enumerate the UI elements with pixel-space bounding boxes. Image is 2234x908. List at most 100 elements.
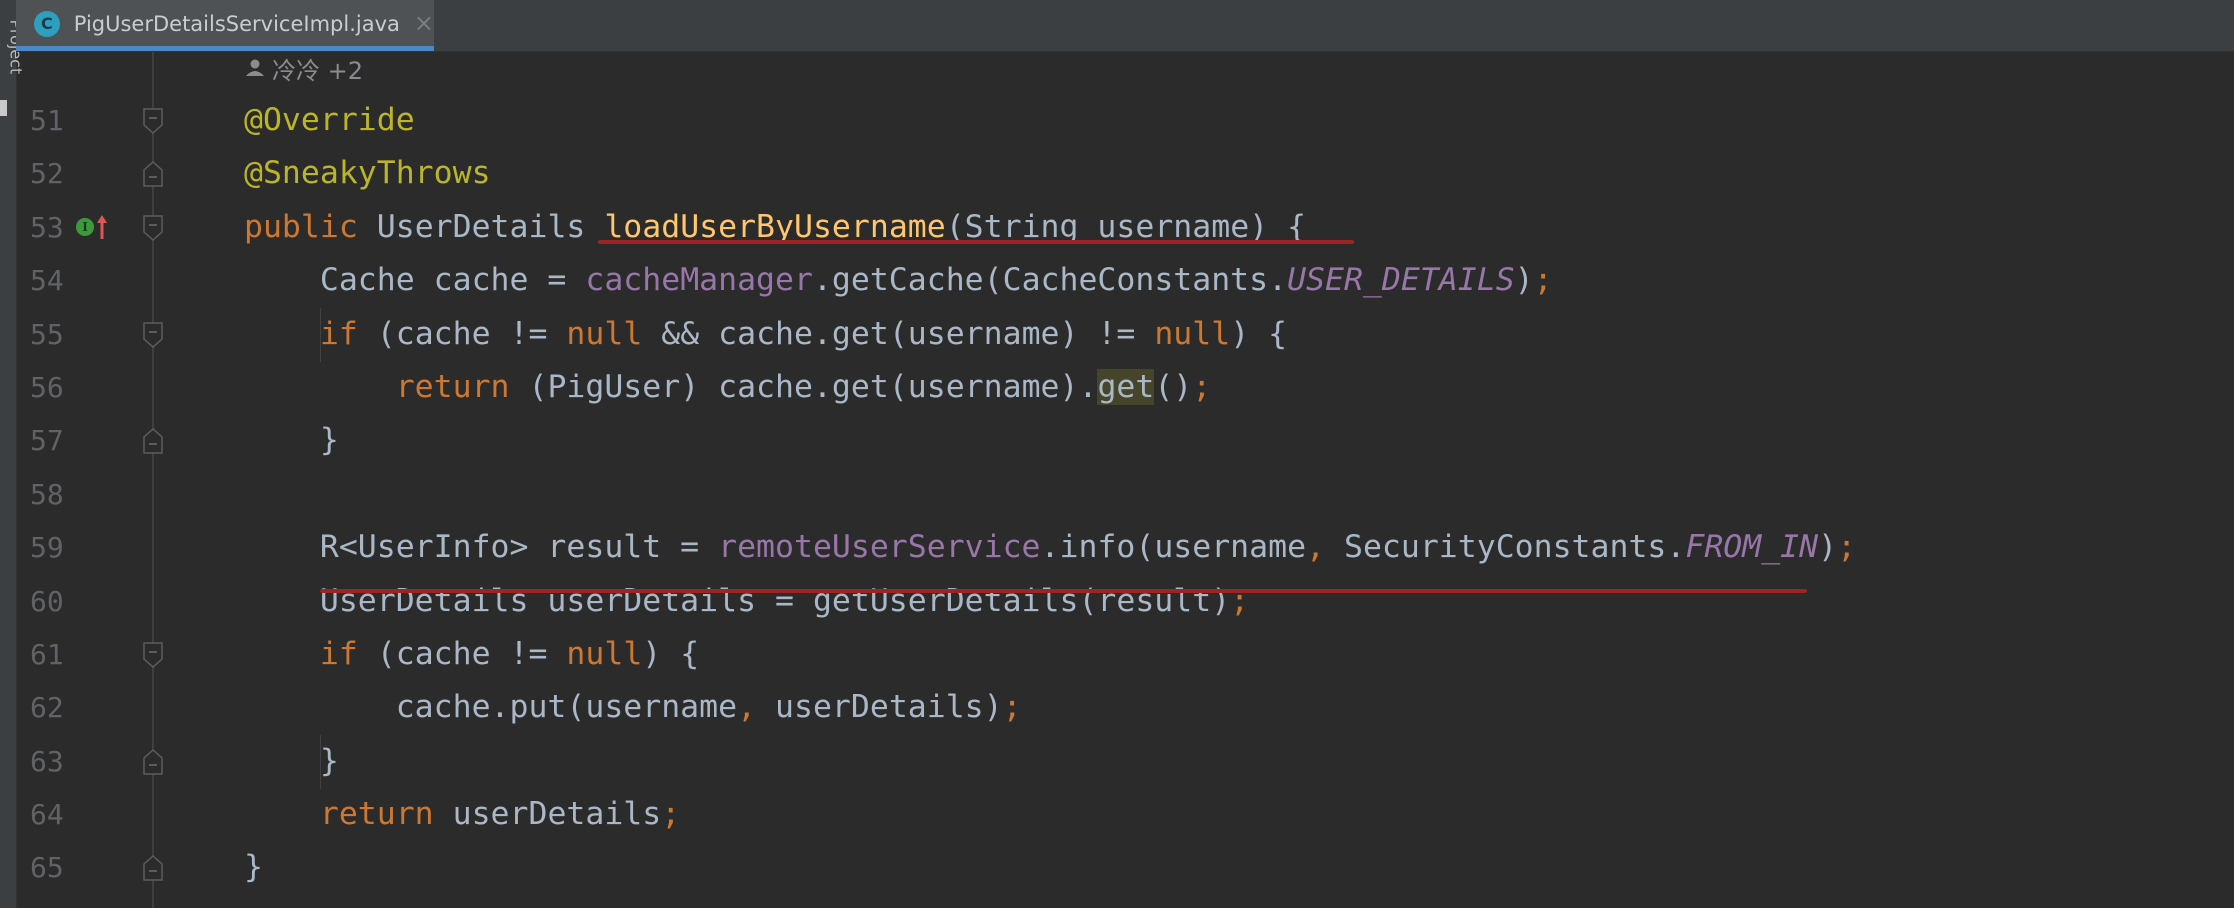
code-line[interactable]: 60 UserDetails userDetails = getUserDeta… [0,575,2234,628]
code-token: ) { [642,635,700,672]
code-text[interactable]: } [244,414,339,467]
code-text[interactable]: Cache cache = cacheManager.getCache(Cach… [244,254,1553,307]
code-text[interactable]: } [244,841,263,894]
highlighted-usage-token: get [1097,368,1155,405]
code-token: userDetails [452,796,662,833]
code-line[interactable]: 65} [0,841,2234,894]
fold-collapse-icon[interactable] [143,107,163,135]
code-token: ; [1837,529,1857,566]
line-number[interactable]: 58 [30,468,64,521]
line-number[interactable]: 55 [30,308,64,361]
code-token: return [395,368,529,405]
code-line[interactable]: 56 return (PigUser) cache.get(username).… [0,361,2234,414]
line-number[interactable]: 53 [30,201,64,254]
override-up-arrow-icon[interactable] [96,213,108,241]
code-token: ; [1192,368,1212,405]
fold-end-icon[interactable] [143,854,163,882]
editor-tab-active[interactable]: C PigUserDetailsServiceImpl.java × [16,0,434,51]
line-number[interactable]: 60 [30,575,64,628]
line-number[interactable]: 56 [30,361,64,414]
code-line[interactable]: 52 @SneakyThrows [0,147,2234,200]
code-line[interactable]: 54 Cache cache = cacheManager.getCache(C… [0,254,2234,307]
code-token: .getCache(CacheConstants. [812,262,1288,299]
code-editor[interactable]: 51 @Override 52 @SneakyThrows 53 Ipublic User… [0,94,2234,895]
code-token: ; [1533,262,1553,299]
code-token: public [244,208,377,245]
line-number[interactable]: 62 [30,681,64,734]
code-line[interactable]: 64 return userDetails; [0,788,2234,841]
code-line[interactable]: 58 [0,468,2234,521]
code-token: && cache.get(username) != [661,315,1155,352]
code-text[interactable]: cache.put(username, userDetails); [244,681,1022,734]
fold-collapse-icon[interactable] [143,641,163,669]
implements-icon[interactable]: I [76,217,94,236]
close-tab-icon[interactable]: × [414,9,434,37]
code-token: , [1306,529,1344,566]
line-number[interactable]: 54 [30,254,64,307]
code-token: } [244,849,263,886]
red-annotation-underline [320,589,1807,593]
gutter-icons[interactable]: I [76,213,108,241]
fold-end-icon[interactable] [143,748,163,776]
indent-guide [320,308,321,362]
tab-filename[interactable]: PigUserDetailsServiceImpl.java [74,12,400,36]
code-line[interactable]: 63 } [0,735,2234,788]
code-token: if [319,635,377,672]
code-line[interactable]: 51 @Override [0,94,2234,147]
indent-guide [320,735,321,789]
code-vision-author[interactable]: 冷冷 +2 [244,50,363,86]
code-text[interactable]: if (cache != null && cache.get(username)… [244,308,1287,361]
code-token: , [737,689,776,726]
fold-end-icon[interactable] [143,160,163,188]
code-text[interactable]: if (cache != null) { [244,628,699,681]
code-line[interactable]: 57 } [0,414,2234,467]
fold-collapse-icon[interactable] [143,214,163,242]
code-text[interactable]: return (PigUser) cache.get(username).get… [244,361,1211,414]
line-number[interactable]: 64 [30,788,64,841]
code-token: .info(username [1040,529,1307,566]
code-text[interactable]: public UserDetails loadUserByUsername(St… [244,201,1306,254]
line-number[interactable]: 51 [30,94,64,147]
code-token: cache.put(username [244,689,738,726]
line-number[interactable]: 57 [30,414,64,467]
active-tab-indicator [16,46,434,51]
java-class-icon: C [34,10,60,37]
code-text[interactable]: } [244,735,339,788]
code-line[interactable]: 62 cache.put(username, userDetails); [0,681,2234,734]
code-line[interactable]: 55 if (cache != null && cache.get(userna… [0,308,2234,361]
line-number[interactable]: 63 [30,735,64,788]
code-text[interactable]: return userDetails; [244,788,680,841]
code-line[interactable]: 59 R<UserInfo> result = remoteUserServic… [0,521,2234,574]
code-text[interactable]: @SneakyThrows [244,147,491,200]
code-text[interactable]: R<UserInfo> result = remoteUserService.i… [244,521,1856,574]
line-number[interactable]: 52 [30,147,64,200]
line-number[interactable]: 65 [30,841,64,894]
fold-collapse-icon[interactable] [143,321,163,349]
fold-end-icon[interactable] [143,427,163,455]
red-annotation-underline [598,240,1354,244]
code-token: userDetails) [775,689,1003,726]
code-token: @SneakyThrows [244,155,491,192]
user-icon [246,59,264,76]
code-text[interactable]: @Override [244,94,415,147]
line-number[interactable]: 61 [30,628,64,681]
code-token: () [1154,368,1193,405]
code-line[interactable]: 53 Ipublic UserDetails loadUserByUsername… [0,201,2234,254]
code-token: null [566,635,643,672]
code-token: USER_DETAILS [1287,262,1515,299]
code-line[interactable]: 61 if (cache != null) { [0,628,2234,681]
code-text[interactable]: UserDetails userDetails = getUserDetails… [244,575,1249,628]
author-names: 冷冷 +2 [272,56,364,85]
code-token: (cache != [376,315,567,352]
code-token: null [566,315,662,352]
code-token: ; [661,796,681,833]
code-token: ) [1818,529,1838,566]
line-number[interactable]: 59 [30,521,64,574]
editor-tab-bar: C PigUserDetailsServiceImpl.java × [16,0,2234,52]
code-token: Cache cache = [244,262,586,299]
code-token: cacheManager [585,262,813,299]
